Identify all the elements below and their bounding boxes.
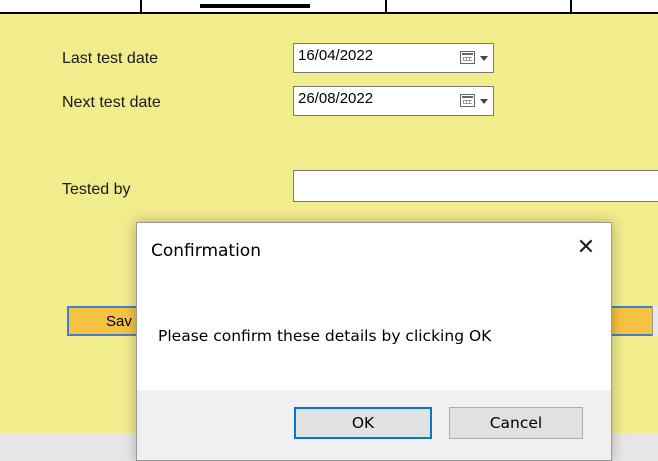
confirmation-dialog: Confirmation ✕ Please confirm these deta… xyxy=(136,222,612,461)
table-header-fragment xyxy=(200,4,310,8)
tested-by-label: Tested by xyxy=(62,181,131,198)
chevron-down-icon[interactable] xyxy=(480,56,488,61)
form-action-button[interactable] xyxy=(610,306,658,336)
table-cell-divider xyxy=(570,0,572,14)
calendar-icon[interactable] xyxy=(460,51,475,64)
save-button-label: Sav xyxy=(106,313,132,330)
ok-button[interactable]: OK xyxy=(294,407,432,439)
calendar-icon[interactable] xyxy=(460,94,475,107)
cancel-button[interactable]: Cancel xyxy=(449,407,583,439)
tested-by-input[interactable] xyxy=(293,170,658,202)
table-cell-divider xyxy=(385,0,387,14)
last-test-date-picker[interactable]: 16/04/2022 xyxy=(293,43,494,73)
chevron-down-icon[interactable] xyxy=(480,99,488,104)
next-test-date-value: 26/08/2022 xyxy=(298,90,374,107)
table-cell-divider xyxy=(140,0,142,14)
dialog-message: Please confirm these details by clicking… xyxy=(158,327,492,345)
close-icon[interactable]: ✕ xyxy=(573,235,599,261)
next-test-date-picker[interactable]: 26/08/2022 xyxy=(293,86,494,116)
dialog-title: Confirmation xyxy=(151,241,261,261)
form-edge xyxy=(652,306,658,336)
last-test-date-label: Last test date xyxy=(62,50,159,67)
last-test-date-value: 16/04/2022 xyxy=(298,47,374,64)
table-top-border xyxy=(0,0,658,14)
next-test-date-label: Next test date xyxy=(62,94,161,111)
